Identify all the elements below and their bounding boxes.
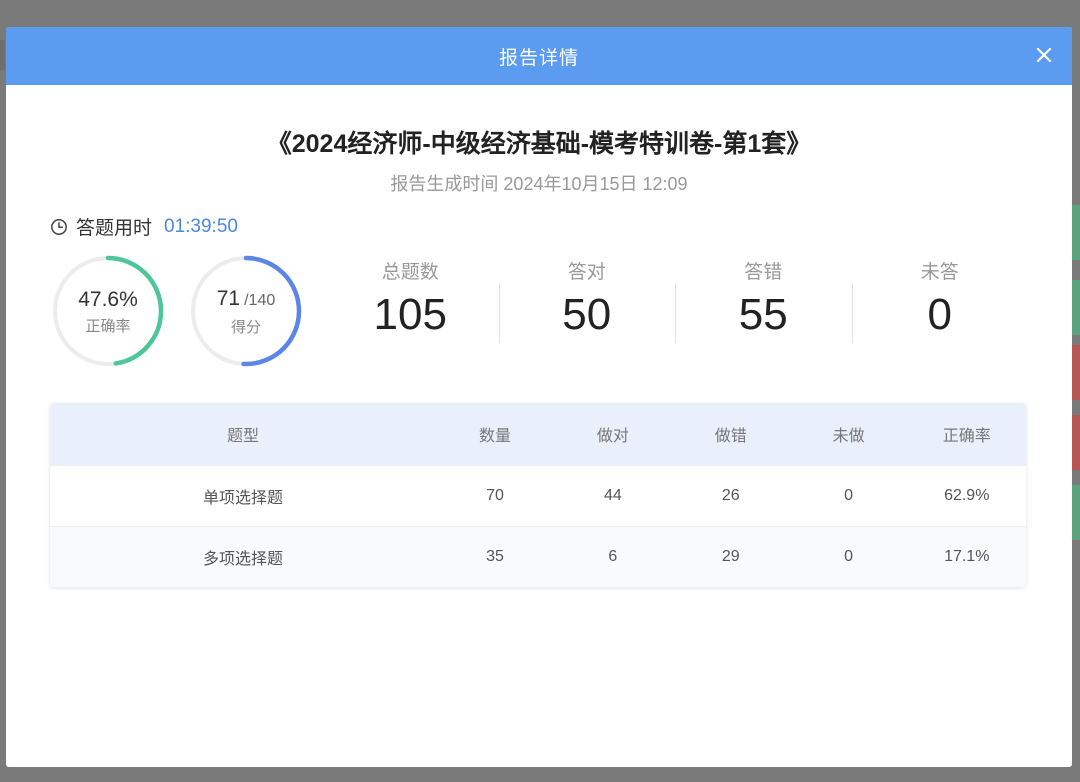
cell-correct: 44: [553, 465, 672, 527]
question-stats: 总题数 105 答对 50 答错 55 未答 0: [322, 253, 1028, 343]
stat-value: 0: [927, 290, 952, 339]
column-header-undone: 未做: [789, 403, 908, 466]
duration-value: 01:39:50: [164, 215, 238, 237]
background-strip: [1072, 280, 1080, 335]
cell-type: 单项选择题: [50, 465, 437, 527]
stat-unanswered: 未答 0: [851, 253, 1029, 343]
column-header-correct: 做对: [553, 403, 672, 466]
clock-icon: [51, 218, 67, 235]
stat-label: 答错: [744, 262, 783, 283]
stat-label: 答对: [567, 262, 606, 283]
close-button[interactable]: [1030, 41, 1058, 69]
modal-header: 报告详情: [6, 27, 1072, 85]
column-header-type: 题型: [50, 403, 437, 466]
cell-accuracy: 17.1%: [907, 526, 1026, 587]
stat-wrong: 答错 55: [675, 253, 852, 343]
cell-count: 35: [436, 526, 554, 587]
cell-wrong: 26: [671, 465, 790, 527]
stat-value: 105: [373, 290, 447, 339]
cell-undone: 0: [789, 465, 908, 527]
answer-duration: 答题用时 01:39:50: [50, 213, 238, 240]
table-row: 多项选择题 35 6 29 0 17.1%: [50, 526, 1026, 587]
stat-total: 总题数 105: [322, 253, 499, 343]
stat-label: 总题数: [381, 262, 439, 283]
cell-undone: 0: [789, 526, 908, 587]
accuracy-label: 正确率: [85, 317, 131, 335]
score-ring: 71/140 得分: [188, 253, 304, 369]
stat-value: 50: [562, 290, 612, 339]
table-header-row: 题型 数量 做对 做错 未做 正确率: [50, 403, 1026, 466]
score-total: /140: [244, 291, 276, 309]
background-strip: [1072, 415, 1080, 470]
score-value-line: 71/140: [217, 286, 276, 314]
table-row: 单项选择题 70 44 26 0 62.9%: [50, 465, 1026, 527]
background-strip: [1072, 485, 1080, 540]
score-value: 71: [216, 286, 241, 310]
cell-accuracy: 62.9%: [907, 465, 1026, 527]
score-label: 得分: [230, 318, 261, 336]
duration-label: 答题用时: [76, 218, 153, 239]
column-header-count: 数量: [436, 403, 554, 466]
column-header-accuracy: 正确率: [907, 403, 1026, 466]
background-strip: [1072, 345, 1080, 400]
background-edge: [0, 40, 5, 70]
modal-title: 报告详情: [498, 47, 579, 69]
cell-wrong: 29: [671, 526, 790, 587]
accuracy-ring: 47.6% 正确率: [50, 253, 166, 369]
column-header-wrong: 做错: [671, 403, 790, 466]
cell-correct: 6: [553, 526, 672, 587]
exam-title: 《2024经济师-中级经济基础-模考特训卷-第1套》: [266, 130, 812, 158]
accuracy-value: 47.6%: [78, 287, 138, 311]
stat-label: 未答: [920, 262, 959, 283]
report-generated-time: 报告生成时间 2024年10月15日 12:09: [390, 174, 688, 194]
question-type-table: 题型 数量 做对 做错 未做 正确率 单项选择题 70 44 26 0 62.9…: [50, 403, 1026, 587]
cell-type: 多项选择题: [50, 526, 437, 587]
report-modal: 报告详情 《2024经济师-中级经济基础-模考特训卷-第1套》 报告生成时间 2…: [6, 27, 1072, 767]
stat-value: 55: [738, 290, 788, 339]
stat-correct: 答对 50: [498, 253, 676, 343]
background-strip: [1072, 205, 1080, 260]
cell-count: 70: [436, 465, 554, 527]
close-icon: [1036, 47, 1052, 63]
